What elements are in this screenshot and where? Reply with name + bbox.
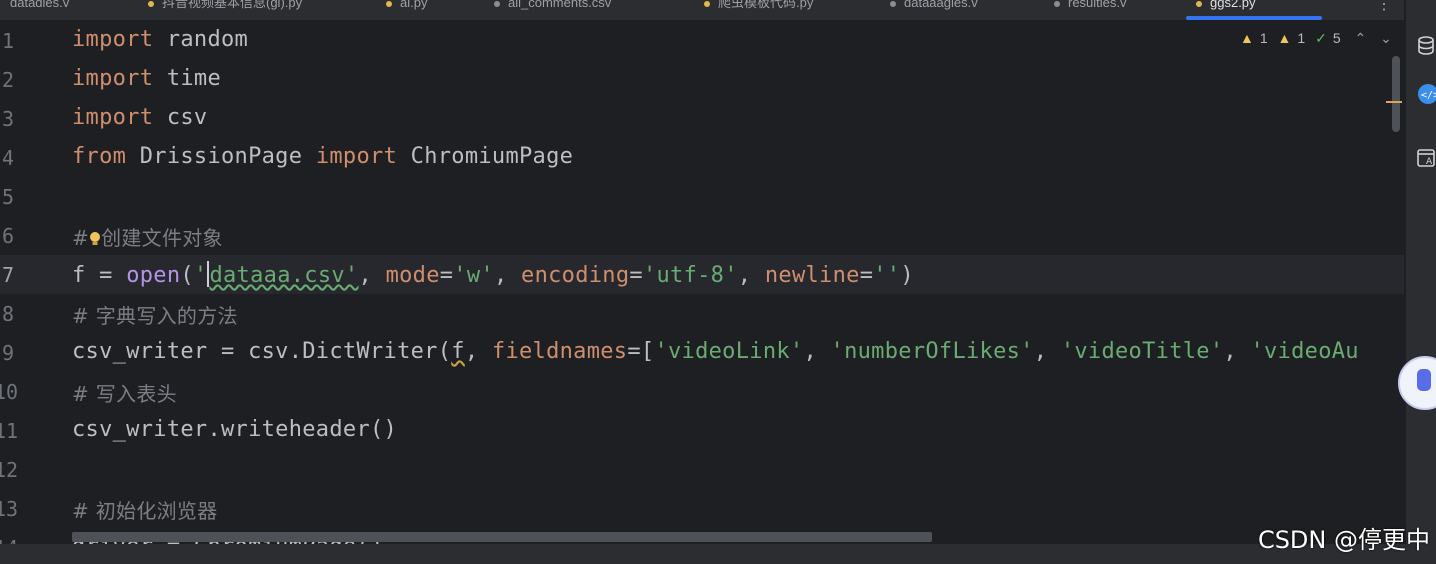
vertical-scrollbar[interactable]: [1392, 56, 1400, 132]
code-line[interactable]: 4 from DrissionPage import ChromiumPage: [0, 138, 1404, 177]
python-file-icon: [386, 0, 392, 7]
tab-label: resultles.v: [1068, 0, 1127, 10]
chevron-up-icon[interactable]: ⌃: [1355, 30, 1367, 46]
editor-tab-bar: datadies.v 抖音视频基本信息(gi).py ai.py all_com…: [0, 0, 1404, 21]
code-assistant-icon[interactable]: </>: [1416, 84, 1436, 104]
line-number: 7: [1, 263, 14, 287]
line-number: 12: [0, 458, 19, 482]
database-icon[interactable]: [1416, 36, 1436, 56]
line-number: 5: [1, 185, 14, 209]
check-icon: ✓: [1315, 30, 1327, 46]
code-line[interactable]: 2 import time: [0, 60, 1404, 99]
tab-ai[interactable]: ai.py: [386, 0, 427, 20]
tab-dataaagies[interactable]: dataaagies.v: [890, 0, 978, 20]
tab-overflow-icon[interactable]: ⋮: [1376, 0, 1392, 13]
status-bar: [0, 544, 1436, 564]
horizontal-scrollbar[interactable]: [72, 532, 932, 542]
tab-label: ggs2.py: [1210, 0, 1256, 10]
line-number: 11: [0, 419, 19, 443]
ok-count: 5: [1332, 30, 1341, 46]
tab-resultles[interactable]: resultles.v: [1054, 0, 1127, 20]
code-line[interactable]: 12: [0, 450, 1404, 489]
line-number: 3: [1, 107, 14, 131]
code-text: import time: [72, 66, 222, 91]
csv-file-icon: [494, 0, 500, 7]
code-editor[interactable]: 1 import random 2 import time 3 import c…: [0, 21, 1404, 544]
usb-icon: [1417, 369, 1431, 391]
code-text: # 初始化浏览器: [72, 499, 218, 523]
warning-icon: ▲: [1240, 30, 1254, 46]
python-file-icon: [704, 0, 710, 7]
code-text: csv_writer.writeheader(): [72, 417, 398, 442]
csv-file-icon: [1054, 0, 1060, 7]
line-number: 13: [0, 497, 19, 521]
code-line[interactable]: 5: [0, 177, 1404, 216]
code-text: # 创建文件对象: [72, 226, 223, 250]
lightbulb-icon[interactable]: [89, 231, 101, 247]
active-tab-indicator: [1186, 16, 1322, 20]
right-tool-strip: </> A: [1405, 0, 1436, 564]
tab-label: ai.py: [400, 0, 428, 10]
line-number: 14: [0, 536, 18, 544]
line-number: 4: [1, 146, 14, 170]
line-number: 10: [0, 380, 19, 404]
inspection-widget[interactable]: ▲ 1 ▲ 1 ✓ 5 ⌃ ⌄: [1240, 30, 1398, 47]
line-number: 8: [1, 302, 14, 326]
python-file-icon: [1196, 0, 1202, 7]
code-line[interactable]: 3 import csv: [0, 99, 1404, 138]
tab-label: dataaagies.v: [904, 0, 978, 10]
window-preview-icon[interactable]: A: [1416, 148, 1436, 168]
tab-datadies[interactable]: datadies.v: [10, 0, 69, 20]
python-file-icon: [148, 0, 154, 7]
code-text: from DrissionPage import ChromiumPage: [72, 144, 574, 169]
weak-warning-count: 1: [1297, 30, 1306, 46]
code-line[interactable]: 13 # 初始化浏览器: [0, 489, 1404, 528]
csdn-watermark: CSDN @停更中: [1257, 526, 1430, 554]
tab-label: 抖音视频基本信息(gi).py: [162, 0, 303, 10]
code-line[interactable]: 10 # 写入表头: [0, 372, 1404, 411]
warning-marker[interactable]: [1386, 101, 1402, 103]
line-number: 2: [1, 68, 14, 92]
tab-crawler-template[interactable]: 爬虫模板代码.py: [704, 0, 813, 20]
code-text: f = open('dataaa.csv', mode='w', encodin…: [72, 261, 914, 288]
code-text: import csv: [72, 105, 208, 130]
tab-label: all_comments.csv: [508, 0, 612, 10]
code-line[interactable]: 8 # 字典写入的方法: [0, 294, 1404, 333]
svg-text:</>: </>: [1421, 90, 1436, 101]
code-text: import random: [72, 27, 249, 52]
code-line[interactable]: 9 csv_writer = csv.DictWriter(f, fieldna…: [0, 333, 1404, 372]
chevron-down-icon[interactable]: ⌄: [1380, 30, 1392, 46]
svg-text:A: A: [1426, 157, 1433, 167]
tab-all-comments[interactable]: all_comments.csv: [494, 0, 611, 20]
tab-label: datadies.v: [10, 0, 70, 10]
weak-warning-icon: ▲: [1277, 30, 1292, 46]
tab-label: 爬虫模板代码.py: [718, 0, 814, 10]
code-line[interactable]: 11 csv_writer.writeheader(): [0, 411, 1404, 450]
warning-count: 1: [1259, 30, 1268, 46]
csv-file-icon: [890, 0, 896, 7]
code-text: csv_writer = csv.DictWriter(f, fieldname…: [72, 339, 1359, 364]
code-text: # 字典写入的方法: [72, 304, 238, 328]
line-number: 6: [1, 224, 14, 248]
line-number: 1: [1, 29, 14, 53]
code-line[interactable]: 1 import random: [0, 21, 1404, 60]
code-line-current[interactable]: 7 f = open('dataaa.csv', mode='w', encod…: [0, 255, 1404, 294]
code-text: # 写入表头: [72, 382, 177, 406]
tab-douyin-info[interactable]: 抖音视频基本信息(gi).py: [148, 0, 302, 20]
code-line[interactable]: 6 # 创建文件对象: [0, 216, 1404, 255]
line-number: 9: [1, 341, 14, 365]
